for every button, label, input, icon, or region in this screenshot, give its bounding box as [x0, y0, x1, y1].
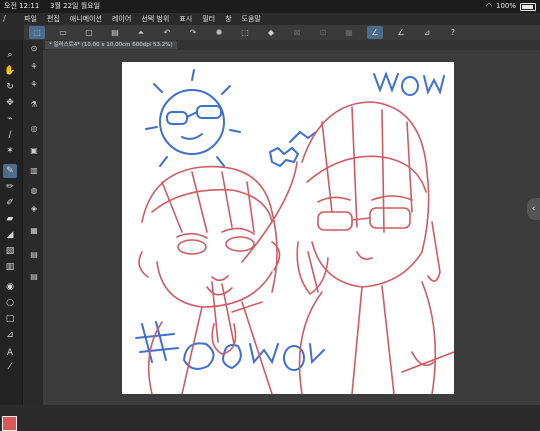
move-icon[interactable]: ✥ — [3, 96, 17, 110]
wifi-icon: ◠ — [485, 2, 492, 10]
blue-sketch — [135, 69, 445, 371]
help-icon[interactable]: ? — [445, 26, 461, 39]
menu-bar: 파일 편집 애니메이션 레이어 선택 범위 표시 필터 창 도움말 — [24, 13, 271, 25]
brush-icon[interactable]: ∠ — [393, 26, 409, 39]
sub-tool-4-icon[interactable]: ⚗ — [28, 98, 40, 110]
menu-view[interactable]: 표시 — [179, 13, 192, 25]
airbrush-icon[interactable]: ✐ — [3, 196, 17, 210]
gradient-icon[interactable]: ▧ — [3, 244, 17, 258]
crop-icon[interactable]: ⊠ — [289, 26, 305, 39]
eraser-icon[interactable]: ▰ — [3, 212, 17, 226]
status-time: 오전 12:11 — [4, 2, 40, 10]
transform-icon[interactable]: ⬚ — [237, 26, 253, 39]
drawing-canvas[interactable] — [122, 62, 454, 394]
panel-toggle-handle[interactable]: ‹ — [527, 198, 540, 220]
document-tab-row: * 일러스트4* (10.00 x 10.00cm 600dpi 53.2%) — [43, 40, 540, 50]
tool-palette: ⌕ ✋ ↻ ✥ ⌁ ∕ ✶ ✎ ✏ ✐ ▰ ◢ ▧ ▥ ◉ ○ ▢ ⊿ A ⁄ — [0, 40, 22, 431]
shape-icon[interactable]: ○ — [3, 296, 17, 310]
spark-icon[interactable]: ✶ — [3, 144, 17, 158]
document-tab[interactable]: * 일러스트4* (10.00 x 10.00cm 600dpi 53.2%) — [45, 41, 177, 49]
text-edit-icon[interactable]: ⁄ — [3, 360, 17, 374]
cursor-icon[interactable]: ⬚ — [29, 26, 45, 39]
redo-icon[interactable]: ↷ — [185, 26, 201, 39]
status-right: ◠ 100% — [486, 0, 536, 13]
sub-tool-5-icon[interactable]: ◎ — [28, 122, 40, 134]
magnify-icon[interactable]: ⌕ — [3, 48, 17, 62]
blend-icon[interactable]: ◉ — [3, 280, 17, 294]
ruler-tool-icon[interactable]: ⊿ — [3, 328, 17, 342]
sub-tool-2-icon[interactable]: ⚘ — [28, 60, 40, 72]
battery-icon — [520, 2, 536, 11]
frame-icon[interactable]: ▭ — [55, 26, 71, 39]
main-color-swatch[interactable] — [2, 416, 17, 431]
menu-edit[interactable]: 편집 — [47, 13, 60, 25]
battery-percent: 100% — [495, 2, 516, 10]
pen-icon[interactable]: ✎ — [3, 164, 17, 178]
paint-bucket-icon[interactable]: ◆ — [263, 26, 279, 39]
menu-help[interactable]: 도움말 — [242, 13, 261, 25]
menu-animation[interactable]: 애니메이션 — [70, 13, 102, 25]
layer-icon[interactable]: ▦ — [341, 26, 357, 39]
sub-tool-6-icon[interactable]: ▣ — [28, 144, 40, 156]
menu-layer[interactable]: 레이어 — [112, 13, 131, 25]
menu-file[interactable]: 파일 — [24, 13, 37, 25]
status-bar: 오전 12:11 3월 22일 월요일 ◠ 100% — [0, 0, 540, 13]
sub-tool-10-icon[interactable]: ▦ — [28, 224, 40, 236]
eyedropper-icon[interactable]: ∕ — [3, 128, 17, 142]
fill-icon[interactable]: ◢ — [3, 228, 17, 242]
command-bar: ⬚ ▭ ▢ ▤ ⏶ ↶ ↷ ✺ ⬚ ◆ ⊠ ⊡ ▦ ∠ ∠ ⊿ ? — [24, 25, 540, 40]
fill-icon[interactable]: ▤ — [107, 26, 123, 39]
rotate-icon[interactable]: ↻ — [3, 80, 17, 94]
sub-tool-1-icon[interactable]: ⊙ — [28, 42, 40, 54]
sub-tool-7-icon[interactable]: ▥ — [28, 164, 40, 176]
text-icon[interactable]: A — [3, 346, 17, 360]
rotate-icon[interactable]: ⊡ — [315, 26, 331, 39]
horizon-icon[interactable]: ⏶ — [133, 26, 149, 39]
sketch-artwork — [135, 69, 454, 394]
spinner-icon[interactable]: ✺ — [211, 26, 227, 39]
sub-tool-8-icon[interactable]: ◍ — [28, 184, 40, 196]
sub-tool-palette: ⊙ ⚘ ⚘ ⚗ ◎ ▣ ▥ ◍ ◈ ▦ ▤ ▤ — [22, 40, 44, 405]
sub-tool-3-icon[interactable]: ⚘ — [28, 78, 40, 90]
hand-icon[interactable]: ✋ — [3, 64, 17, 78]
brush-icon[interactable]: ✏ — [3, 180, 17, 194]
ruler-icon[interactable]: ⊿ — [419, 26, 435, 39]
menu-window[interactable]: 창 — [225, 13, 231, 25]
undo-icon[interactable]: ↶ — [159, 26, 175, 39]
sub-tool-9-icon[interactable]: ◈ — [28, 202, 40, 214]
menu-selection[interactable]: 선택 범위 — [141, 13, 169, 25]
clear-icon[interactable]: ▢ — [81, 26, 97, 39]
sub-tool-12-icon[interactable]: ▤ — [28, 270, 40, 282]
lasso-icon[interactable]: ⌁ — [3, 112, 17, 126]
brush-size-icon[interactable]: ∕ — [3, 14, 23, 24]
status-date: 3월 22일 월요일 — [50, 2, 101, 10]
sub-tool-11-icon[interactable]: ▤ — [28, 248, 40, 260]
sun-face — [159, 89, 225, 155]
frame-tool-icon[interactable]: ▢ — [3, 312, 17, 326]
menu-filter[interactable]: 필터 — [202, 13, 215, 25]
figure-icon[interactable]: ▥ — [3, 260, 17, 274]
pen-icon[interactable]: ∠ — [367, 26, 383, 39]
